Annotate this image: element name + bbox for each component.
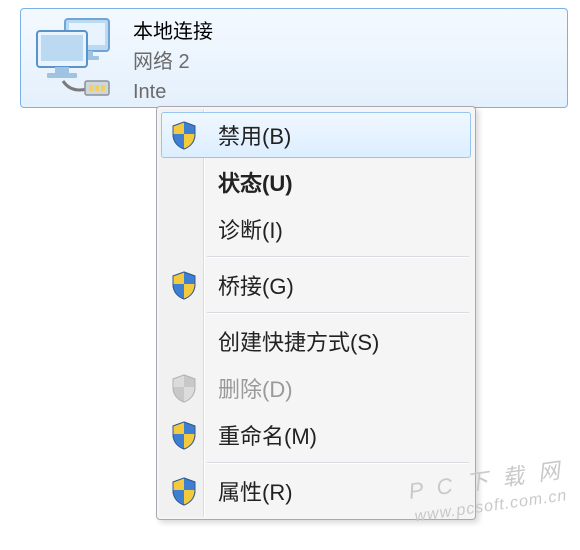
- menu-item[interactable]: 创建快捷方式(S): [161, 318, 471, 364]
- menu-item-label: 创建快捷方式(S): [218, 325, 379, 357]
- connection-detail: Inte: [133, 77, 213, 107]
- connection-text: 本地连接 网络 2 Inte: [123, 15, 213, 107]
- menu-item[interactable]: 状态(U): [161, 159, 471, 205]
- menu-item-label: 状态(U): [218, 166, 293, 198]
- uac-shield-icon: [170, 373, 198, 403]
- menu-item-label: 桥接(G): [218, 269, 294, 301]
- menu-item[interactable]: 诊断(I): [161, 206, 471, 252]
- menu-item-label: 删除(D): [218, 372, 293, 404]
- menu-item-label: 属性(R): [218, 475, 293, 507]
- connection-title: 本地连接: [133, 17, 213, 47]
- connection-item[interactable]: 本地连接 网络 2 Inte: [20, 8, 568, 108]
- menu-item[interactable]: 桥接(G): [161, 262, 471, 308]
- uac-shield-icon: [170, 476, 198, 506]
- connection-subtitle: 网络 2: [133, 47, 213, 77]
- menu-item-label: 诊断(I): [218, 213, 283, 245]
- uac-shield-icon: [170, 270, 198, 300]
- menu-separator: [207, 462, 469, 464]
- menu-item: 删除(D): [161, 365, 471, 411]
- context-menu: 禁用(B) 状态(U) 诊断(I) 桥接(G) 创建快捷方式(S) 删除(D): [156, 106, 476, 520]
- menu-item[interactable]: 禁用(B): [161, 112, 471, 158]
- menu-item[interactable]: 重命名(M): [161, 412, 471, 458]
- uac-shield-icon: [170, 120, 198, 150]
- network-connection-icon: [31, 15, 123, 101]
- menu-separator: [207, 256, 469, 258]
- menu-separator: [207, 312, 469, 314]
- menu-item[interactable]: 属性(R): [161, 468, 471, 514]
- menu-item-label: 禁用(B): [218, 119, 291, 151]
- menu-item-label: 重命名(M): [218, 419, 317, 451]
- uac-shield-icon: [170, 420, 198, 450]
